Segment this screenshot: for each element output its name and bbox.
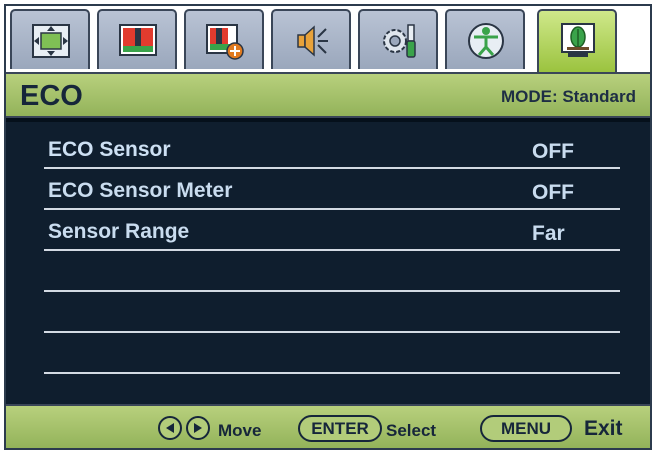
menu-header: ECO MODE: Standard [6, 72, 650, 118]
osd-window: ECO MODE: Standard ECO Sensor OFF ECO Se… [4, 4, 652, 450]
menu-item-empty [44, 333, 620, 374]
menu-item-value: OFF [532, 140, 574, 163]
mode-indicator: MODE: Standard [500, 87, 636, 106]
eco-monitor-icon [561, 23, 595, 57]
menu-item-empty [44, 292, 620, 333]
tab-eco[interactable] [537, 9, 617, 72]
accessibility-person-icon [468, 23, 504, 59]
enter-button[interactable]: ENTER [298, 415, 382, 442]
tab-picture-advanced[interactable] [184, 9, 264, 69]
picture-advanced-icon [206, 24, 244, 60]
menu-item-label: ECO Sensor [48, 138, 171, 161]
tab-accessibility[interactable] [445, 9, 525, 69]
menu-item-eco-sensor[interactable]: ECO Sensor OFF [44, 128, 620, 169]
page-title: ECO [20, 80, 83, 112]
menu-item-value: Far [532, 222, 565, 245]
move-hint-label: Move [218, 421, 262, 440]
menu-item-label: ECO Sensor Meter [48, 179, 233, 202]
tab-picture[interactable] [97, 9, 177, 69]
tab-system[interactable] [358, 9, 438, 69]
tab-audio[interactable] [271, 9, 351, 69]
menu-item-label: Sensor Range [48, 220, 190, 243]
system-settings-icon [383, 24, 416, 58]
left-arrow-button[interactable] [158, 416, 182, 440]
menu-item-value: OFF [532, 181, 574, 204]
tab-display[interactable] [10, 9, 90, 69]
right-arrow-button[interactable] [186, 416, 210, 440]
display-position-icon [32, 24, 70, 58]
exit-hint-label: Exit [584, 417, 623, 440]
right-arrow-icon [194, 423, 202, 433]
menu-panel: ECO Sensor OFF ECO Sensor Meter OFF Sens… [6, 118, 650, 404]
picture-bars-icon [119, 24, 157, 56]
speaker-audio-icon [297, 25, 328, 57]
control-hints-bar: Move ENTER Select MENU Exit [6, 404, 650, 448]
select-hint-label: Select [386, 421, 437, 440]
tab-bar [6, 6, 650, 72]
left-arrow-icon [166, 423, 174, 433]
menu-button[interactable]: MENU [480, 415, 572, 442]
menu-item-eco-sensor-meter[interactable]: ECO Sensor Meter OFF [44, 169, 620, 210]
menu-item-empty [44, 251, 620, 292]
menu-item-sensor-range[interactable]: Sensor Range Far [44, 210, 620, 251]
